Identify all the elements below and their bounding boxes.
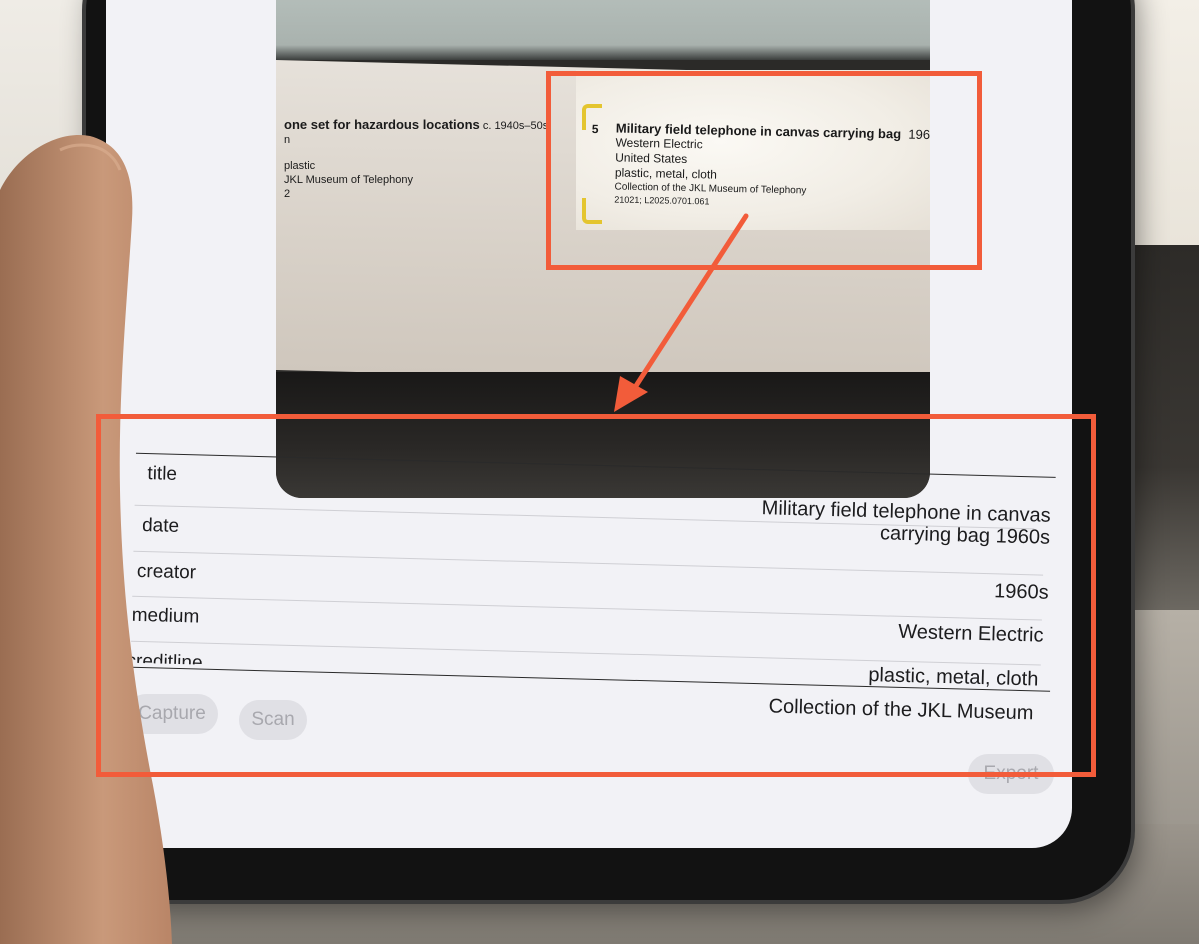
annotation-arrow-icon (614, 213, 749, 412)
